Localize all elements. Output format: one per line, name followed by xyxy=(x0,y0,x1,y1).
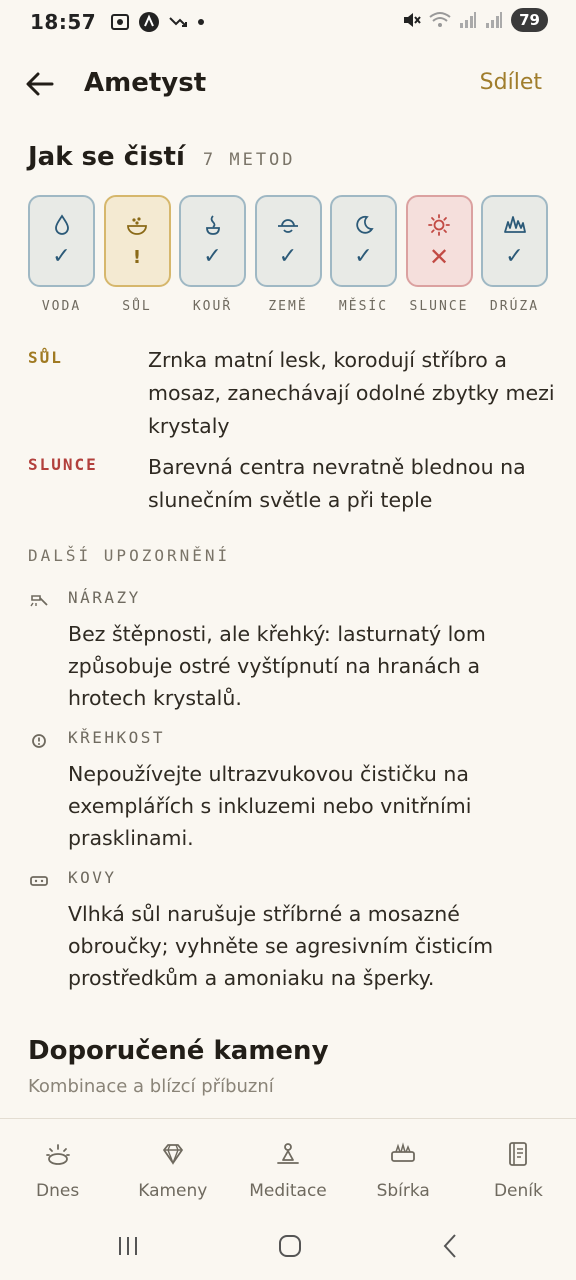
app-bar: Ametyst Sdílet xyxy=(0,56,576,112)
safe-check-icon: ✓ xyxy=(52,244,71,269)
recommended-subtitle: Kombinace a blízcí příbuzní xyxy=(28,1076,274,1097)
alert-circle-icon xyxy=(28,730,50,752)
druse-icon xyxy=(503,216,526,233)
method-label: SŮL xyxy=(122,299,152,314)
smoke-icon xyxy=(205,215,220,235)
status-bar: 18:57 79 xyxy=(0,0,576,44)
ring-icon xyxy=(28,870,50,892)
method-label: VODA xyxy=(41,299,82,314)
method-label: SLUNCE xyxy=(409,299,469,314)
share-button[interactable]: Sdílet xyxy=(480,70,542,95)
nav-label: Kameny xyxy=(138,1181,208,1201)
safe-check-icon: ✓ xyxy=(278,244,298,269)
method-label: KOUŘ xyxy=(192,299,233,314)
nav-label: Dnes xyxy=(36,1181,80,1201)
bottom-navigation: Dnes Kameny Meditace Sbírka Deník xyxy=(0,1118,576,1210)
note-text: Bez štěpnosti, ale křehký: lasturnatý lo… xyxy=(68,622,486,710)
method-count: 7 METOD xyxy=(202,150,296,170)
back-button[interactable] xyxy=(22,66,58,102)
method-card[interactable]: ✓ xyxy=(28,195,95,287)
arrow-left-icon xyxy=(26,72,54,96)
meditation-icon xyxy=(273,1139,303,1169)
method-voda[interactable]: ✓ VODA xyxy=(28,195,95,314)
home-icon xyxy=(279,1235,301,1257)
note-text: Vlhká sůl narušuje stříbrné a mosazné ob… xyxy=(68,902,494,990)
note-fragility: KŘEHKOST Nepoužívejte ultrazvukovou čist… xyxy=(28,728,548,850)
method-card[interactable]: ✓ xyxy=(254,195,322,287)
note-key: KŘEHKOST xyxy=(68,728,166,747)
recent-apps-button[interactable] xyxy=(108,1230,148,1262)
safe-check-icon: ✓ xyxy=(354,244,373,269)
journal-icon xyxy=(503,1139,533,1169)
note-text: Nepoužívejte ultrazvukovou čističku na e… xyxy=(68,762,472,850)
method-card[interactable]: ✓ xyxy=(179,195,246,287)
warning-key: SLUNCE xyxy=(28,455,98,474)
sunrise-icon xyxy=(43,1139,73,1169)
warning-key: SŮL xyxy=(28,348,63,367)
nav-item-kameny[interactable]: Kameny xyxy=(115,1119,230,1210)
method-card[interactable]: ! xyxy=(103,195,171,287)
recent-apps-icon xyxy=(119,1237,137,1255)
cleaning-section-header: Jak se čistí 7 METOD xyxy=(28,142,296,172)
sun-icon xyxy=(428,214,450,236)
warning-text: Barevná centra nevratně blednou na slune… xyxy=(148,455,526,512)
note-key: NÁRAZY xyxy=(68,588,141,607)
gem-icon xyxy=(158,1139,188,1169)
cleaning-methods: ✓ VODA ! SŮL ✓ KOUŘ ✓ ZEMĚ ✓ MĚSÍC ✕ SLU… xyxy=(28,195,548,314)
more-warnings-title: DALŠÍ UPOZORNĚNÍ xyxy=(28,546,231,565)
method-card[interactable]: ✓ xyxy=(330,195,397,287)
safe-check-icon: ✓ xyxy=(505,244,524,269)
method-druza[interactable]: ✓ DRÚZA xyxy=(481,195,548,314)
method-card[interactable]: ✓ xyxy=(481,195,548,287)
status-time: 18:57 xyxy=(30,10,97,34)
warning-text: Zrnka matní lesk, korodují stříbro a mos… xyxy=(148,348,555,438)
note-key: KOVY xyxy=(68,868,117,887)
chevron-left-icon xyxy=(443,1234,456,1258)
earth-icon xyxy=(278,219,298,233)
method-label: ZEMĚ xyxy=(268,299,308,314)
method-card[interactable]: ✕ xyxy=(405,195,473,287)
method-label: DRÚZA xyxy=(489,299,540,314)
nav-label: Sbírka xyxy=(376,1181,430,1201)
moon-icon xyxy=(355,215,374,234)
cleaning-title: Jak se čistí xyxy=(28,142,185,172)
method-mesic[interactable]: ✓ MĚSÍC xyxy=(330,195,397,314)
water-drop-icon xyxy=(54,214,69,235)
nav-item-dnes[interactable]: Dnes xyxy=(0,1119,115,1210)
system-navigation-bar xyxy=(0,1212,576,1280)
method-label: MĚSÍC xyxy=(338,299,389,314)
dot-icon xyxy=(196,17,206,27)
collection-icon xyxy=(388,1139,418,1169)
nav-item-denik[interactable]: Deník xyxy=(461,1119,576,1210)
method-warning-slunce: SLUNCE Barevná centra nevratně blednou n… xyxy=(28,451,548,521)
method-slunce[interactable]: ✕ SLUNCE xyxy=(405,195,473,314)
nav-item-meditace[interactable]: Meditace xyxy=(230,1119,345,1210)
note-metals: KOVY Vlhká sůl narušuje stříbrné a mosaz… xyxy=(28,868,548,990)
signal-icon xyxy=(459,11,477,29)
method-zeme[interactable]: ✓ ZEMĚ xyxy=(254,195,322,314)
method-kour[interactable]: ✓ KOUŘ xyxy=(179,195,246,314)
salt-bowl-icon xyxy=(127,217,147,235)
recommended-title: Doporučené kameny xyxy=(28,1036,329,1066)
method-warning-sul: SŮL Zrnka matní lesk, korodují stříbro a… xyxy=(28,344,555,444)
home-button[interactable] xyxy=(270,1230,310,1262)
missed-call-icon xyxy=(168,14,188,30)
method-sul[interactable]: ! SŮL xyxy=(103,195,171,314)
wifi-icon xyxy=(429,11,451,29)
page-title: Ametyst xyxy=(84,68,207,98)
note-impacts: NÁRAZY Bez štěpnosti, ale křehký: lastur… xyxy=(28,588,548,710)
safe-check-icon: ✓ xyxy=(203,244,222,269)
signal-icon xyxy=(485,11,503,29)
screenshot-icon xyxy=(110,13,130,31)
nav-item-sbirka[interactable]: Sbírka xyxy=(346,1119,461,1210)
battery-indicator: 79 xyxy=(511,8,548,32)
system-back-button[interactable] xyxy=(430,1230,470,1262)
nav-label: Meditace xyxy=(249,1181,327,1201)
mute-icon xyxy=(401,10,421,30)
app-badge-icon xyxy=(138,11,160,33)
unsafe-x-icon: ✕ xyxy=(428,243,450,271)
hammer-icon xyxy=(28,590,50,612)
nav-label: Deník xyxy=(493,1181,543,1201)
caution-icon: ! xyxy=(132,247,142,268)
